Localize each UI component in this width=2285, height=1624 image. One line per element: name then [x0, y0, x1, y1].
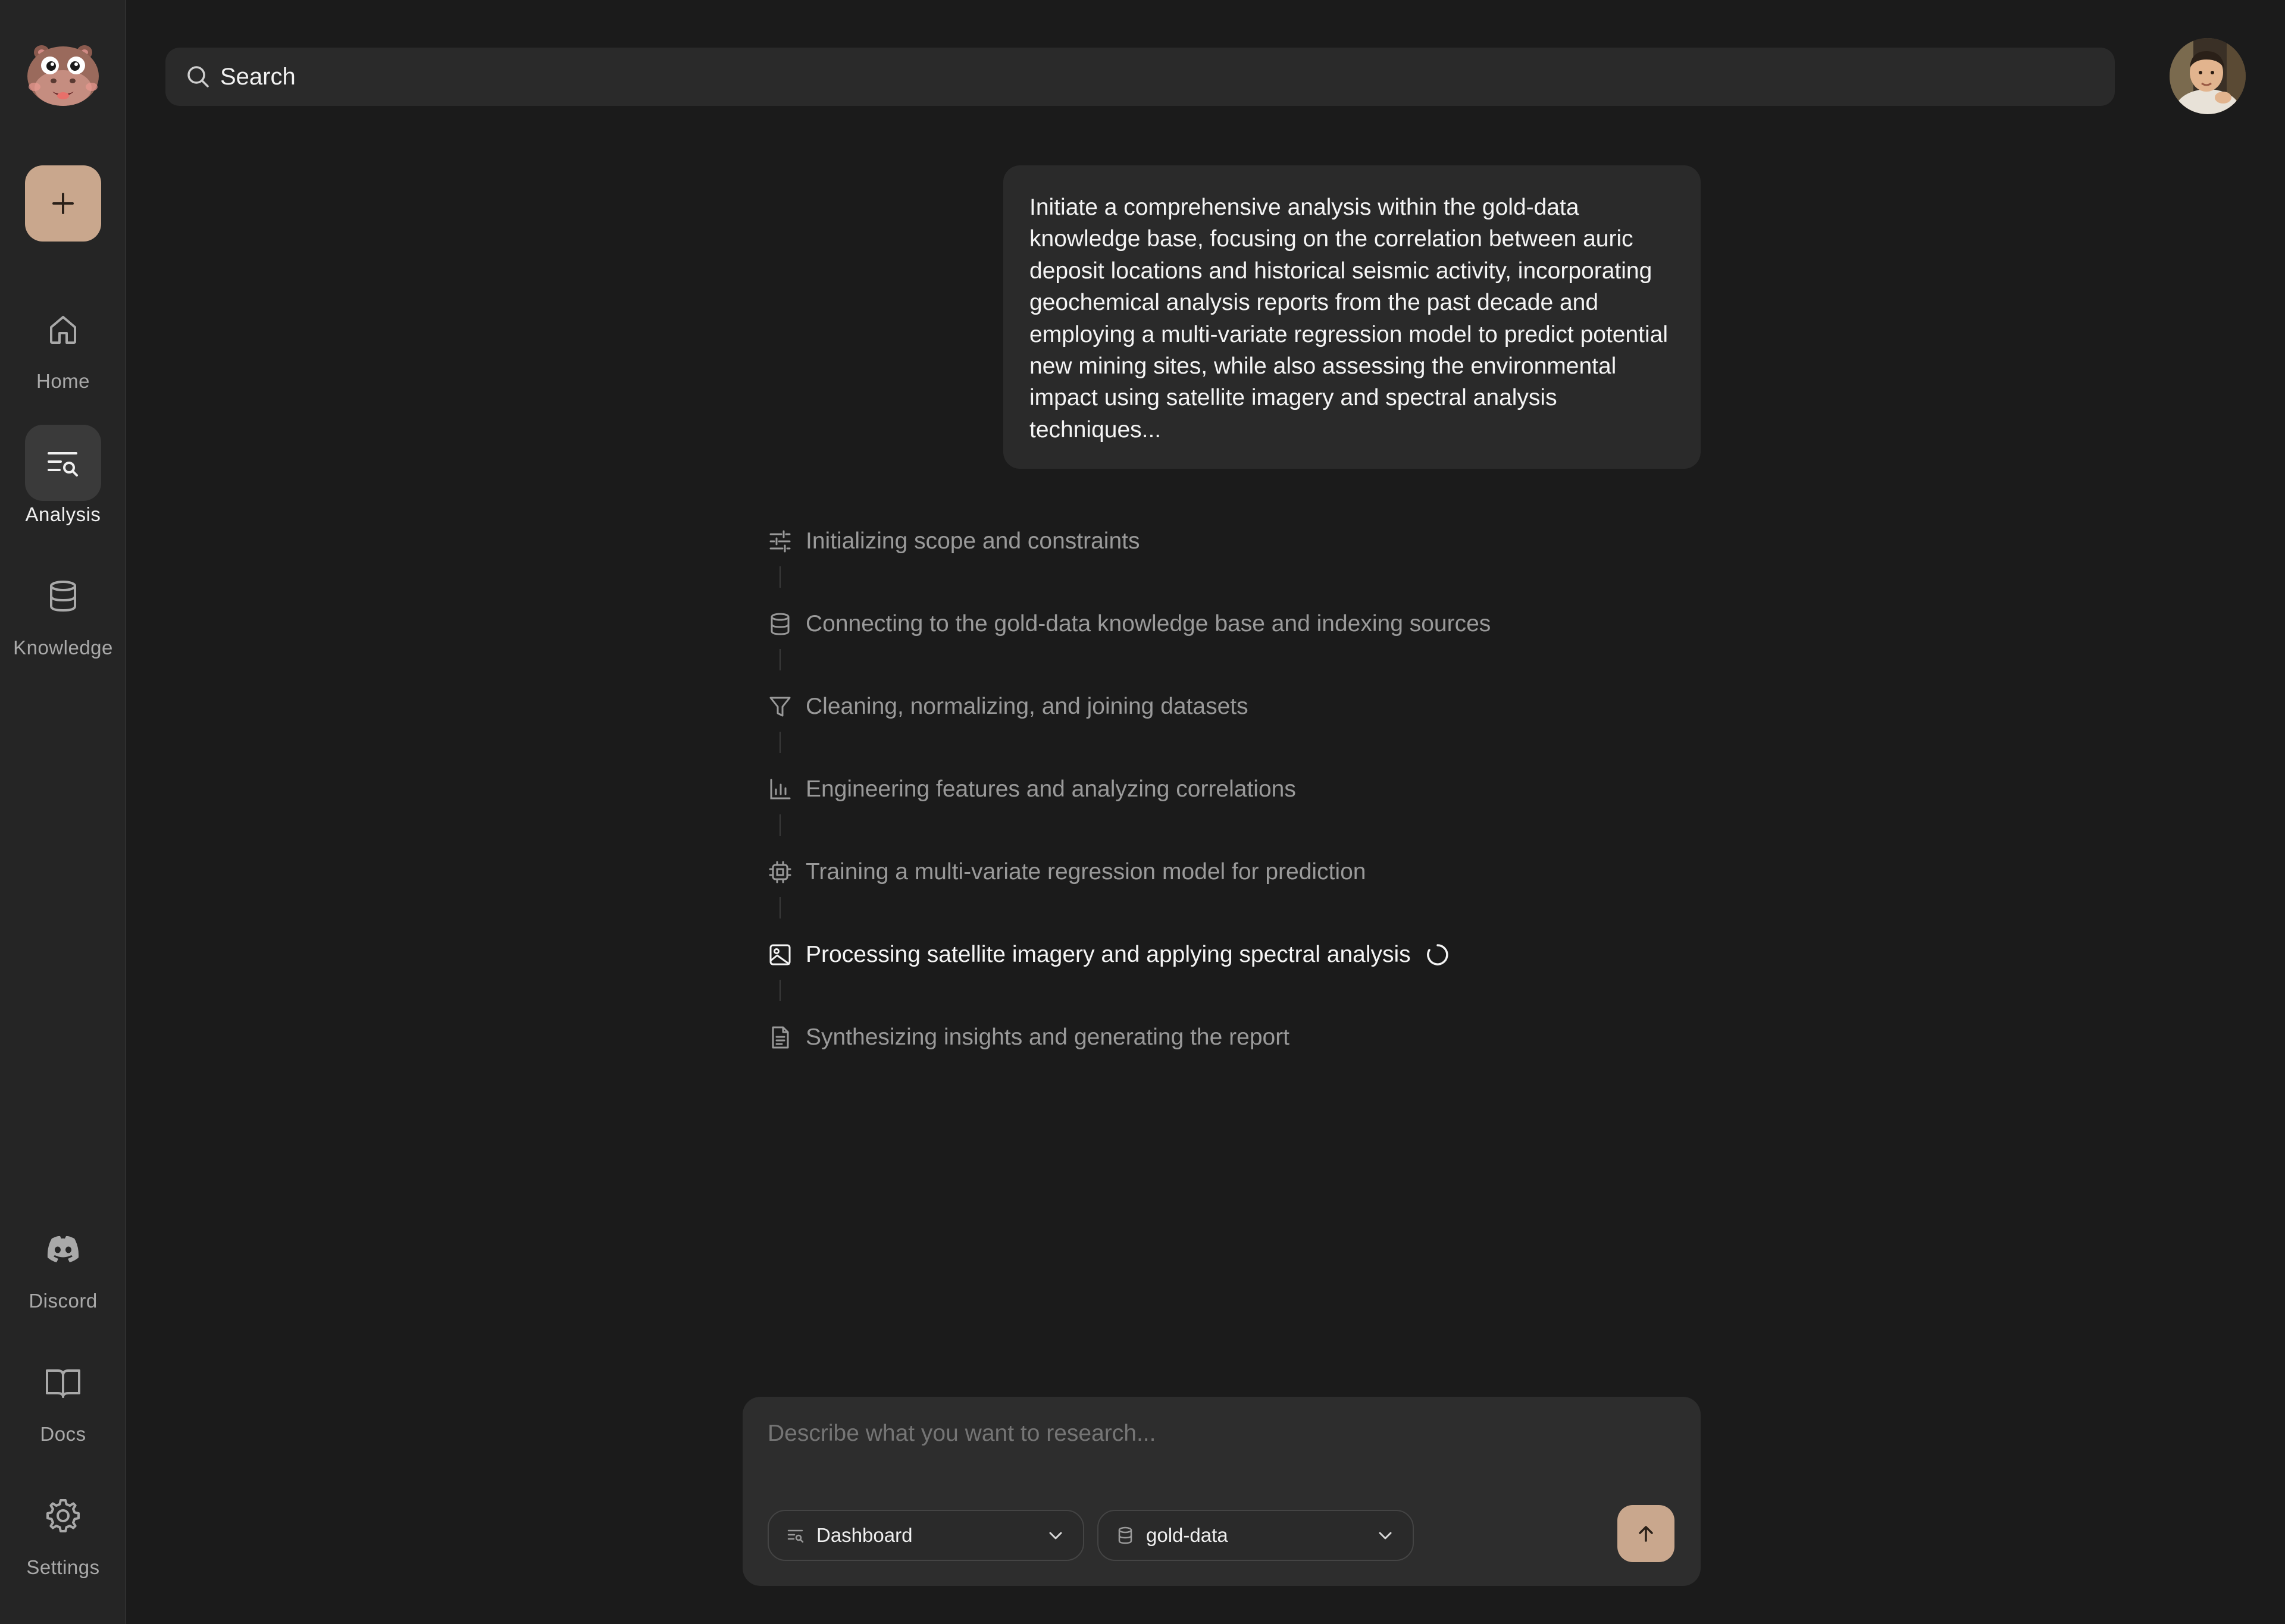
cpu-icon: [769, 861, 791, 883]
sidebar-item-label: Discord: [29, 1290, 98, 1312]
analysis-icon: [787, 1529, 804, 1543]
step-label: Cleaning, normalizing, and joining datas…: [806, 694, 1248, 719]
document-icon: [772, 1026, 789, 1049]
step-label: Initializing scope and constraints: [806, 528, 1140, 554]
search-bar[interactable]: Search: [165, 48, 2115, 106]
sidebar-item-discord[interactable]: Discord: [0, 1211, 126, 1312]
user-avatar[interactable]: [2170, 38, 2246, 114]
discord-icon-wrap: [25, 1211, 101, 1287]
gear-icon-wrap: [25, 1478, 101, 1554]
step-label: Engineering features and analyzing corre…: [806, 776, 1296, 802]
chevron-down-icon: [1379, 1532, 1392, 1540]
hippo-logo-icon[interactable]: [24, 39, 102, 109]
step-item-active: Processing satellite imagery and applyin…: [766, 931, 1450, 979]
step-connector: [780, 566, 781, 588]
send-button[interactable]: [1617, 1505, 1674, 1562]
step-item: Training a multi-variate regression mode…: [766, 848, 1366, 896]
sidebar-item-analysis[interactable]: Analysis: [0, 425, 126, 526]
loading-spinner-icon: [1426, 944, 1448, 965]
composer: Dashboard gold-data: [743, 1397, 1701, 1586]
database-icon: [50, 581, 76, 612]
source-select[interactable]: gold-data: [1097, 1510, 1414, 1561]
sidebar-item-label: Home: [36, 370, 90, 392]
step-label: Synthesizing insights and generating the…: [806, 1024, 1290, 1050]
step-item: Cleaning, normalizing, and joining datas…: [766, 683, 1248, 731]
database-icon: [1118, 1526, 1132, 1544]
step-connector: [780, 814, 781, 836]
sidebar-item-label: Docs: [40, 1423, 86, 1445]
chevron-down-icon: [1049, 1532, 1062, 1540]
gear-icon: [46, 1499, 80, 1532]
search-icon: [187, 66, 209, 87]
step-item: Initializing scope and constraints: [766, 518, 1140, 565]
home-icon-wrap: [25, 291, 101, 368]
step-label: Training a multi-variate regression mode…: [806, 859, 1366, 885]
user-message-bubble: Initiate a comprehensive analysis within…: [1003, 165, 1701, 469]
step-label: Processing satellite imagery and applyin…: [806, 942, 1411, 967]
database-icon-wrap: [25, 558, 101, 634]
search-input[interactable]: Search: [220, 64, 296, 90]
database-icon: [771, 613, 790, 635]
sidebar-item-settings[interactable]: Settings: [0, 1478, 126, 1579]
bar-chart-icon: [770, 779, 791, 800]
research-input[interactable]: [768, 1421, 1660, 1447]
sliders-icon: [769, 530, 791, 553]
step-connector: [780, 980, 781, 1001]
step-item: Synthesizing insights and generating the…: [766, 1014, 1289, 1061]
step-label: Connecting to the gold-data knowledge ba…: [806, 611, 1491, 637]
sidebar-item-knowledge[interactable]: Knowledge: [0, 558, 126, 659]
sidebar-item-label: Settings: [26, 1556, 100, 1578]
analysis-icon: [48, 452, 78, 476]
sidebar: Home Analysis Knowledge Discord Docs Set…: [0, 0, 126, 1624]
plus-icon: [52, 193, 74, 214]
step-connector: [780, 732, 781, 753]
mode-select-value: Dashboard: [816, 1524, 913, 1546]
step-connector: [780, 649, 781, 670]
sidebar-item-docs[interactable]: Docs: [0, 1344, 126, 1446]
step-item: Engineering features and analyzing corre…: [766, 766, 1296, 813]
analysis-icon-wrap: [25, 425, 101, 501]
sidebar-item-label: Knowledge: [13, 637, 113, 659]
discord-icon: [47, 1236, 79, 1262]
source-select-value: gold-data: [1146, 1524, 1228, 1546]
step-connector: [780, 897, 781, 918]
new-analysis-button[interactable]: [25, 165, 101, 242]
user-message-text: Initiate a comprehensive analysis within…: [1029, 195, 1669, 443]
book-icon-wrap: [25, 1344, 101, 1421]
mode-select[interactable]: Dashboard: [768, 1510, 1084, 1561]
sidebar-item-label: Analysis: [25, 503, 101, 525]
step-item: Connecting to the gold-data knowledge ba…: [766, 600, 1491, 648]
image-icon: [769, 944, 791, 965]
sidebar-item-home[interactable]: Home: [0, 291, 126, 393]
home-icon: [50, 316, 76, 344]
book-icon: [46, 1369, 80, 1398]
filter-icon: [769, 697, 791, 717]
arrow-up-icon: [1639, 1526, 1653, 1542]
